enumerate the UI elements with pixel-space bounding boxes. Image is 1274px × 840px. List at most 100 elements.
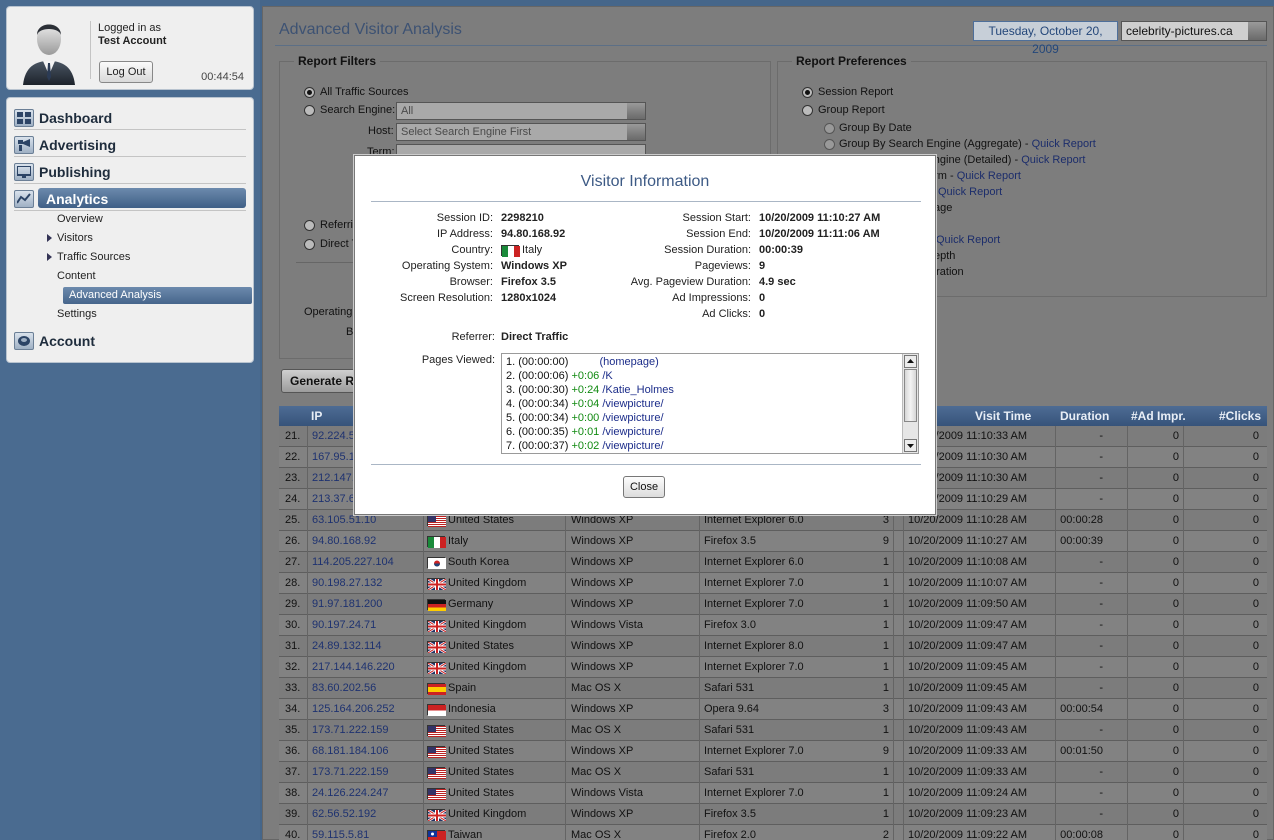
radio-session-report[interactable]	[802, 87, 813, 98]
subnav-content[interactable]: Content	[57, 270, 96, 282]
table-row[interactable]: 30. 90.197.24.71 United Kingdom Windows Vis…	[279, 615, 1267, 636]
row-pageviews: 1	[882, 787, 889, 799]
search-engine-select[interactable]: All	[396, 102, 646, 120]
row-visit-time: 10/20/2009 11:09:22 AM	[908, 829, 1028, 840]
close-button[interactable]: Close	[623, 476, 665, 498]
radio-all-traffic[interactable]	[304, 87, 315, 98]
page-url-link[interactable]: /Katie_Holmes	[602, 384, 674, 396]
table-row[interactable]: 28. 90.198.27.132 United Kingdom Windows XP…	[279, 573, 1267, 594]
scroll-thumb[interactable]	[904, 369, 917, 422]
nav-dashboard[interactable]: Dashboard	[14, 106, 246, 130]
row-ip-link[interactable]: 94.80.168.92	[312, 535, 376, 547]
column-divider	[903, 783, 904, 804]
table-row[interactable]: 26. 94.80.168.92 Italy Windows XP Firefox 3.…	[279, 531, 1267, 552]
row-ip-link[interactable]: 63.105.51.10	[312, 514, 376, 526]
subnav-overview[interactable]: Overview	[57, 213, 103, 225]
subnav-settings[interactable]: Settings	[57, 308, 97, 320]
logout-button[interactable]: Log Out	[99, 61, 153, 83]
column-divider	[1183, 762, 1184, 783]
column-divider	[423, 741, 424, 762]
col-visit-time[interactable]: Visit Time	[975, 409, 1031, 423]
detail-key: Browser:	[449, 276, 493, 288]
scroll-down-icon[interactable]	[904, 439, 917, 452]
col-ip[interactable]: IP	[311, 409, 322, 423]
table-row[interactable]: 39. 62.56.52.192 United Kingdom Windows XP F…	[279, 804, 1267, 825]
row-ad-impressions: 0	[1172, 640, 1179, 652]
column-divider	[699, 573, 700, 594]
table-row[interactable]: 33. 83.60.202.56 Spain Mac OS X Safari 531 1 1…	[279, 678, 1267, 699]
row-ip-link[interactable]: 213.37.6	[312, 493, 355, 505]
row-ip-link[interactable]: 217.144.146.220	[312, 661, 395, 673]
table-row[interactable]: 31. 24.89.132.114 United States Windows XP I…	[279, 636, 1267, 657]
radio-group-report[interactable]	[802, 105, 813, 116]
table-row[interactable]: 34. 125.164.206.252 Indonesia Windows XP Ope…	[279, 699, 1267, 720]
table-row[interactable]: 40. 59.115.5.81 Taiwan Mac OS X Firefox 2.0 2…	[279, 825, 1267, 840]
quick-report-link[interactable]: Quick Report	[1032, 138, 1096, 150]
row-ip-link[interactable]: 90.198.27.132	[312, 577, 382, 589]
column-divider	[893, 762, 894, 783]
table-row[interactable]: 35. 173.71.222.159 United States Mac OS X Sa…	[279, 720, 1267, 741]
table-row[interactable]: 27. 114.205.227.104 South Korea Windows XP I…	[279, 552, 1267, 573]
browser-label: B	[346, 326, 354, 338]
date-picker[interactable]: Tuesday, October 20, 2009	[973, 21, 1118, 56]
row-ip-link[interactable]: 68.181.184.106	[312, 745, 388, 757]
nav-publishing[interactable]: Publishing	[14, 160, 246, 184]
scroll-up-icon[interactable]	[904, 355, 917, 368]
row-ip-link[interactable]: 24.89.132.114	[312, 640, 382, 652]
host-select[interactable]: Select Search Engine First	[396, 123, 646, 141]
page-url-link[interactable]: /viewpicture/	[602, 440, 663, 452]
pages-viewed-list[interactable]: 1. (00:00:00) (homepage) 2. (00:00:06) +0…	[501, 353, 919, 454]
column-divider	[893, 804, 894, 825]
referrer-key: Referrer:	[451, 331, 495, 343]
row-browser: Internet Explorer 6.0	[704, 514, 804, 526]
row-ip-link[interactable]: 83.60.202.56	[312, 682, 376, 694]
table-row[interactable]: 36. 68.181.184.106 United States Windows XP…	[279, 741, 1267, 762]
row-browser: Firefox 3.5	[704, 808, 756, 820]
row-ip-link[interactable]: 173.71.222.159	[312, 724, 388, 736]
table-row[interactable]: 38. 24.126.224.247 United States Windows Vi…	[279, 783, 1267, 804]
row-ip-link[interactable]: 114.205.227.104	[312, 556, 394, 568]
page-url-link[interactable]: /viewpicture/	[602, 398, 663, 410]
quick-report-link[interactable]: Quick Report	[1021, 154, 1085, 166]
nav-advertising[interactable]: Advertising	[14, 133, 246, 157]
column-divider	[1127, 699, 1128, 720]
subnav-visitors[interactable]: Visitors	[47, 232, 93, 244]
row-ip-link[interactable]: 90.197.24.71	[312, 619, 376, 631]
row-ip-link[interactable]: 92.224.5	[312, 430, 355, 442]
col-clicks[interactable]: #Clicks	[1219, 409, 1261, 423]
page-url-link[interactable]: (homepage)	[599, 356, 658, 368]
table-row[interactable]: 29. 91.97.181.200 Germany Windows XP Interne…	[279, 594, 1267, 615]
radio-group-by-se-aggregate[interactable]	[824, 139, 835, 150]
page-url-link[interactable]: /K	[602, 370, 612, 382]
row-ip-link[interactable]: 62.56.52.192	[312, 808, 376, 820]
radio-group-by-date[interactable]	[824, 123, 835, 134]
nav-account[interactable]: Account	[14, 329, 246, 353]
nav-analytics[interactable]: Analytics	[14, 187, 246, 211]
page-url-link[interactable]: /viewpicture/	[602, 412, 663, 424]
radio-direct[interactable]	[304, 239, 315, 250]
subnav-traffic-sources[interactable]: Traffic Sources	[46, 251, 130, 263]
radio-search-engine[interactable]	[304, 105, 315, 116]
table-row[interactable]: 32. 217.144.146.220 United Kingdom Windows …	[279, 657, 1267, 678]
row-visit-time: 10/20/2009 11:10:07 AM	[908, 577, 1028, 589]
quick-report-link[interactable]: Quick Report	[936, 234, 1000, 246]
col-duration[interactable]: Duration	[1060, 409, 1109, 423]
col-ad-impressions[interactable]: #Ad Impr.	[1131, 409, 1186, 423]
row-ip-link[interactable]: 24.126.224.247	[312, 787, 388, 799]
radio-referrer[interactable]	[304, 220, 315, 231]
quick-report-link[interactable]: Quick Report	[938, 186, 1002, 198]
site-select[interactable]: celebrity-pictures.ca	[1121, 21, 1267, 41]
quick-report-link[interactable]: Quick Report	[957, 170, 1021, 182]
row-ip-link[interactable]: 212.147.	[312, 472, 355, 484]
table-row[interactable]: 37. 173.71.222.159 United States Mac OS X Sa…	[279, 762, 1267, 783]
subnav-advanced-analysis[interactable]: Advanced Analysis	[63, 287, 252, 304]
pages-scrollbar[interactable]	[902, 354, 918, 453]
column-divider	[565, 678, 566, 699]
row-ip-link[interactable]: 91.97.181.200	[312, 598, 382, 610]
page-url-link[interactable]: /viewpicture/	[602, 426, 663, 438]
row-ip-link[interactable]: 125.164.206.252	[312, 703, 395, 715]
row-ip-link[interactable]: 59.115.5.81	[312, 829, 369, 840]
referrer-value: Direct Traffic	[501, 331, 569, 343]
row-ip-link[interactable]: 167.95.1	[312, 451, 355, 463]
row-ip-link[interactable]: 173.71.222.159	[312, 766, 388, 778]
